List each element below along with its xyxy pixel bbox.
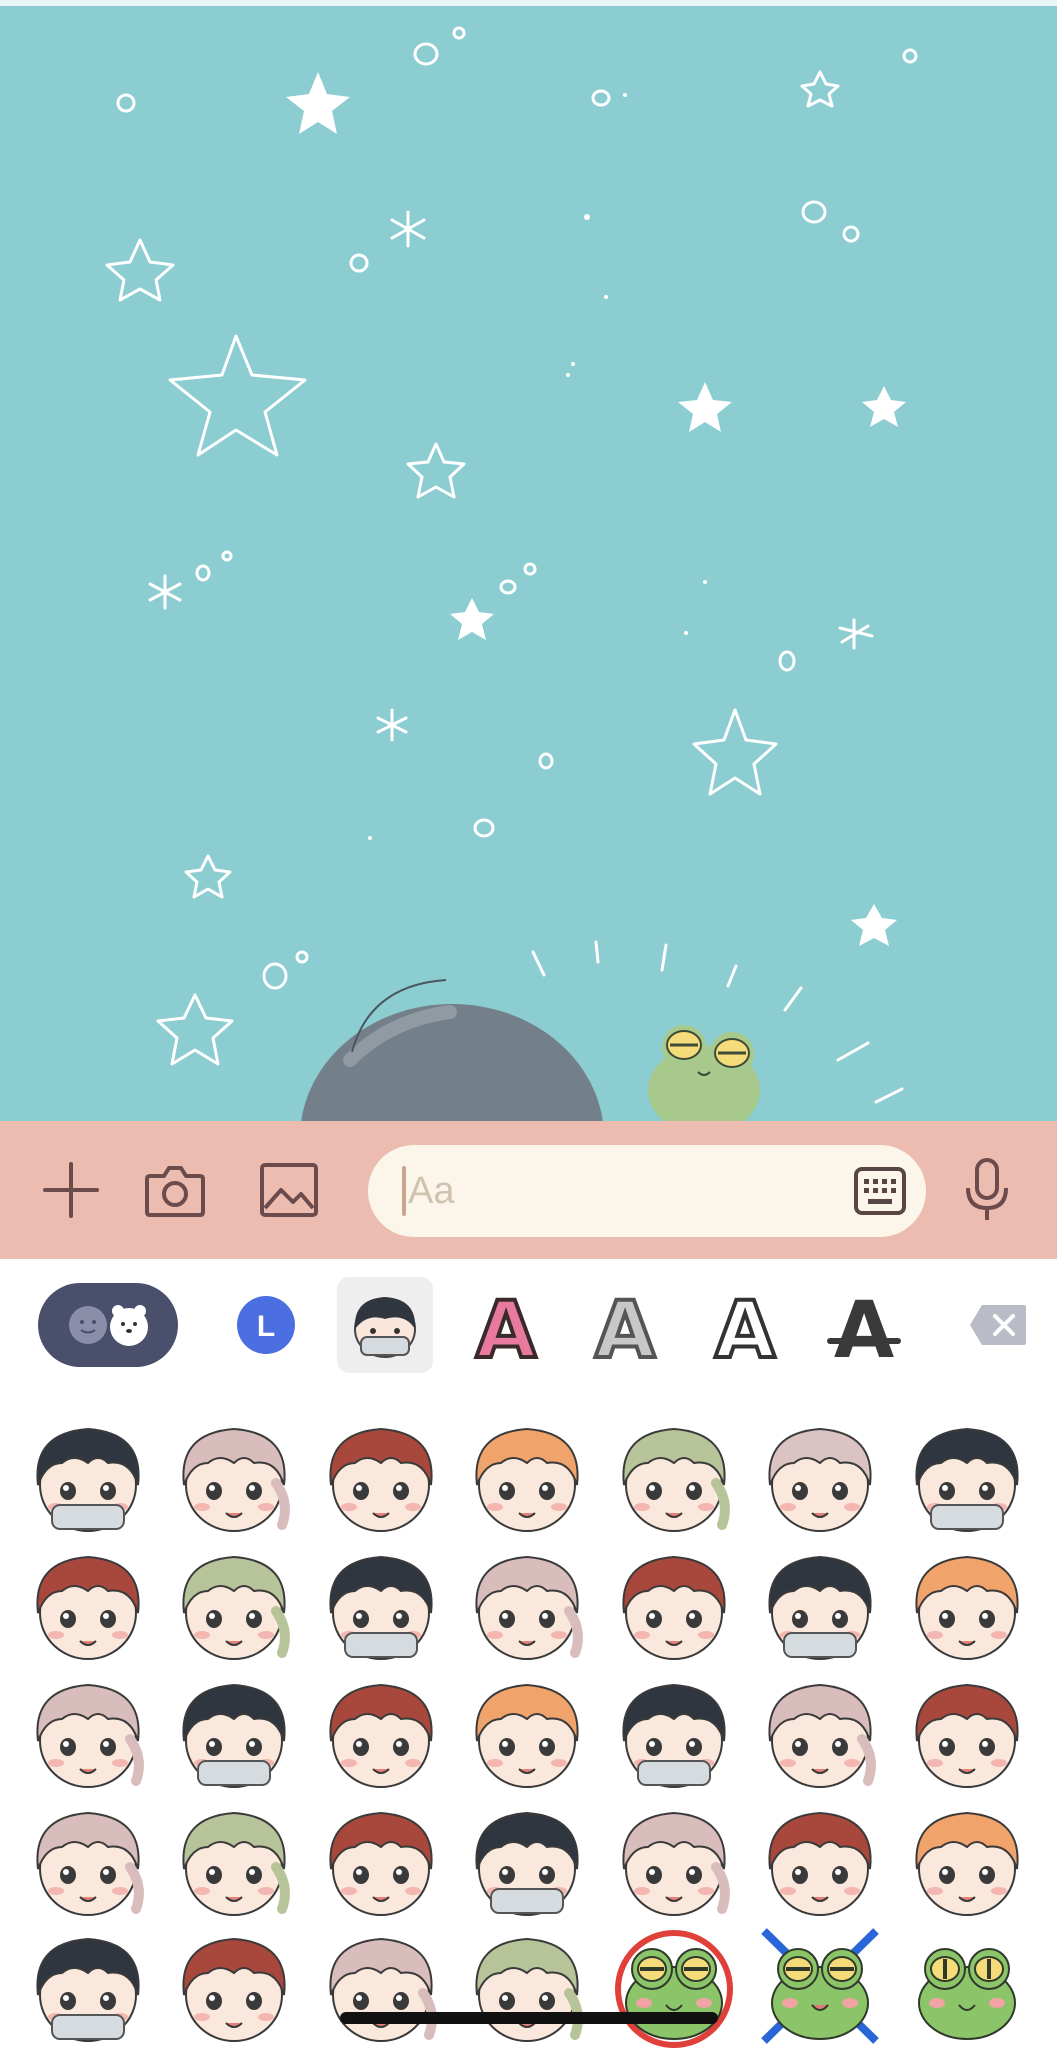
peeking-character: [301, 979, 603, 1121]
character-sticker[interactable]: [897, 1413, 1037, 1539]
character-sticker[interactable]: [604, 1541, 744, 1667]
character-sticker[interactable]: [18, 1923, 158, 2049]
bubbles: [116, 26, 918, 990]
home-indicator: [340, 2012, 718, 2024]
gray-letter-a-tab[interactable]: A: [585, 1283, 665, 1367]
character-sticker[interactable]: [750, 1541, 890, 1667]
character-sticker[interactable]: [311, 1541, 451, 1667]
character-sticker[interactable]: [750, 1797, 890, 1923]
camera-icon[interactable]: [140, 1121, 210, 1259]
chat-background: [0, 0, 1057, 1121]
keyboard-icon[interactable]: [853, 1166, 907, 1221]
character-sticker[interactable]: [18, 1669, 158, 1795]
plus-icon[interactable]: [36, 1121, 106, 1259]
character-sticker[interactable]: [164, 1669, 304, 1795]
emoji-bear-tab[interactable]: [38, 1283, 178, 1367]
character-sticker[interactable]: [18, 1413, 158, 1539]
message-input-placeholder: Aa: [408, 1170, 455, 1212]
character-sticker[interactable]: [457, 1541, 597, 1667]
frog-illustration: [648, 1025, 760, 1121]
character-sticker[interactable]: [750, 1413, 890, 1539]
text-cursor: [402, 1166, 406, 1216]
character-sticker[interactable]: [311, 1797, 451, 1923]
strike-letter-a-label: A: [834, 1286, 894, 1367]
character-sticker[interactable]: [457, 1797, 597, 1923]
microphone-icon[interactable]: [950, 1121, 1024, 1259]
character-sticker[interactable]: [604, 1797, 744, 1923]
character-sticker[interactable]: [897, 1797, 1037, 1923]
character-sticker[interactable]: [164, 1797, 304, 1923]
line-emoji-tab[interactable]: L: [236, 1295, 296, 1355]
pink-letter-a-tab[interactable]: A: [466, 1283, 546, 1367]
character-sticker[interactable]: [897, 1541, 1037, 1667]
outline-stars: [105, 70, 840, 1066]
character-sticker[interactable]: [18, 1797, 158, 1923]
character-sticker[interactable]: [604, 1669, 744, 1795]
character-sticker[interactable]: [457, 1413, 597, 1539]
frog-sticker[interactable]: [897, 1923, 1037, 2049]
character-sticker[interactable]: [164, 1413, 304, 1539]
line-emoji-tab-label: L: [257, 1310, 275, 1343]
character-sticker[interactable]: [457, 1923, 597, 2049]
frog-sticker[interactable]: [750, 1923, 890, 2049]
gray-letter-a-label: A: [595, 1286, 655, 1367]
character-sticker[interactable]: [897, 1669, 1037, 1795]
character-sticker[interactable]: [604, 1413, 744, 1539]
outline-letter-a-tab[interactable]: A: [705, 1283, 785, 1367]
strike-letter-a-tab[interactable]: A: [824, 1283, 904, 1367]
frog-sticker[interactable]: [604, 1923, 744, 2049]
pink-letter-a-label: A: [476, 1286, 536, 1367]
character-sticker[interactable]: [311, 1669, 451, 1795]
sparkles: [148, 210, 904, 1104]
character-sticker[interactable]: [311, 1923, 451, 2049]
dots: [368, 93, 707, 840]
character-sticker-tab[interactable]: [337, 1277, 433, 1373]
character-sticker[interactable]: [750, 1669, 890, 1795]
outline-letter-a-label: A: [715, 1286, 775, 1367]
sticker-tab-bar: L A A A A: [0, 1259, 1057, 1393]
sticker-grid: [0, 1393, 1057, 2048]
backspace-icon[interactable]: [966, 1297, 1030, 1353]
character-sticker[interactable]: [457, 1669, 597, 1795]
character-sticker[interactable]: [164, 1923, 304, 2049]
character-sticker[interactable]: [311, 1413, 451, 1539]
character-sticker[interactable]: [164, 1541, 304, 1667]
character-sticker[interactable]: [18, 1541, 158, 1667]
image-icon[interactable]: [254, 1121, 324, 1259]
chat-wallpaper-illustration: [0, 0, 1057, 1121]
